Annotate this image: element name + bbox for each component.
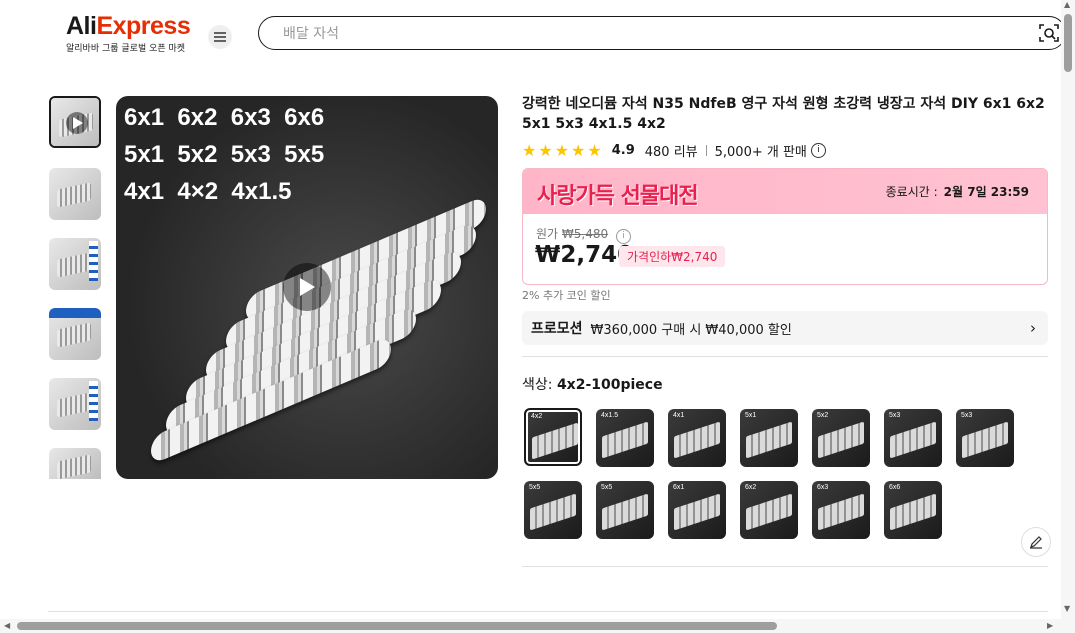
edit-button[interactable] [1021, 527, 1051, 557]
original-label: 원가 [536, 227, 559, 241]
aliexpress-logo[interactable]: AliExpress [66, 12, 191, 41]
variant-label: 색상: 4x2-100piece [522, 374, 663, 394]
promotion-event-name: 사랑가득 선물대전 [537, 184, 699, 209]
separator [705, 145, 707, 156]
thumbnail-image[interactable] [49, 448, 101, 479]
logo-tagline: 알리바바 그룹 글로벌 오픈 마켓 [66, 44, 186, 54]
variant-swatch[interactable]: 4x1.5 [596, 409, 654, 467]
size-text-row: 6x1 6x2 6x3 6x6 [124, 104, 325, 131]
variant-swatch-label: 4x2 [531, 413, 543, 420]
hamburger-icon [214, 32, 226, 42]
scroll-down-icon[interactable]: ▼ [1064, 604, 1070, 613]
search-bar[interactable] [258, 16, 1066, 50]
search-input[interactable] [281, 23, 985, 45]
discount-badge: 가격인하₩2,740 [619, 246, 726, 267]
variant-swatch[interactable]: 6x2 [740, 481, 798, 539]
divider [522, 566, 1048, 567]
variant-swatch[interactable]: 5x5 [524, 481, 582, 539]
info-icon[interactable]: i [810, 143, 826, 158]
main-product-image[interactable]: 6x1 6x2 6x3 6x6 5x1 5x2 5x3 5x5 4x1 4×2 … [116, 96, 498, 479]
variant-swatch-label: 5x3 [889, 412, 901, 419]
thumbnail-image[interactable] [49, 378, 101, 430]
sold-count: 5,000+ 개 판매 [714, 145, 807, 160]
promotion-banner: 사랑가득 선물대전 종료시간 : 2월 7일 23:59 [523, 169, 1047, 214]
variant-swatch-label: 5x2 [817, 412, 829, 419]
promotion-box: 사랑가득 선물대전 종료시간 :2월 7일 23:59 원가 ₩5,480 i … [522, 168, 1048, 285]
ends-label: 종료시간 : [885, 185, 938, 199]
variant-swatch[interactable]: 5x3 [884, 409, 942, 467]
divider [522, 356, 1048, 357]
variant-swatch-label: 4x1 [673, 412, 685, 419]
ends-value: 2월 7일 23:59 [943, 185, 1029, 199]
variant-swatch-label: 5x5 [529, 484, 541, 491]
promotion-bar[interactable]: 프로모션 ₩360,000 구매 시 ₩40,000 할인 › [522, 311, 1048, 345]
variant-swatch[interactable]: 4x2 [524, 408, 582, 466]
variant-swatch[interactable]: 6x6 [884, 481, 942, 539]
variant-swatch[interactable]: 5x5 [596, 481, 654, 539]
rating-row: ★★★★★ 4.9 480 리뷰 5,000+ 개 판매 i [522, 141, 826, 160]
variant-swatch[interactable]: 5x2 [812, 409, 870, 467]
scroll-up-icon[interactable]: ▲ [1064, 0, 1070, 9]
promotion-label: 프로모션 [531, 321, 583, 337]
divider [48, 611, 1048, 612]
variant-swatch-label: 5x5 [601, 484, 613, 491]
logo-suffix: Express [96, 12, 191, 40]
variant-swatch-label: 4x1.5 [601, 412, 619, 419]
variant-swatch-label: 6x6 [889, 484, 901, 491]
coin-discount-note: 2% 추가 코인 할인 [522, 289, 611, 302]
rating-value: 4.9 [611, 143, 635, 158]
pencil-icon [1030, 536, 1042, 549]
play-video-button[interactable] [283, 263, 331, 311]
play-icon [300, 278, 315, 296]
variant-swatches: 4x2 4x1.5 4x1 5x1 5x2 5x3 5x3 5x5 5x5 6x… [522, 406, 1022, 541]
image-search-icon[interactable] [1039, 23, 1059, 43]
horizontal-scrollbar[interactable]: ◀ ▶ [0, 619, 1061, 633]
reviews-link[interactable]: 480 리뷰 [645, 141, 698, 160]
menu-button[interactable] [208, 25, 232, 49]
scroll-right-icon[interactable]: ▶ [1047, 621, 1053, 630]
promotion-text: ₩360,000 구매 시 ₩40,000 할인 [590, 322, 792, 338]
scroll-left-icon[interactable]: ◀ [4, 621, 10, 630]
variant-swatch-label: 6x3 [817, 484, 829, 491]
thumbnail-image[interactable] [49, 238, 101, 290]
rating-stars: ★★★★★ [522, 141, 604, 160]
play-icon [73, 117, 83, 129]
size-text-row: 4x1 4×2 4x1.5 [124, 178, 292, 205]
original-price-value: ₩5,480 [561, 227, 609, 241]
variant-swatch[interactable]: 6x1 [668, 481, 726, 539]
variant-swatch[interactable]: 5x3 [956, 409, 1014, 467]
vertical-scroll-thumb[interactable] [1064, 14, 1072, 72]
variant-swatch[interactable]: 5x1 [740, 409, 798, 467]
thumbnail-video[interactable] [49, 96, 101, 148]
logo-prefix: Ali [66, 12, 97, 40]
selected-variant: 4x2-100piece [556, 377, 663, 393]
vertical-scrollbar[interactable]: ▲ ▼ [1061, 0, 1075, 633]
variant-swatch-label: 6x2 [745, 484, 757, 491]
variant-swatch-label: 5x3 [961, 412, 973, 419]
thumbnail-image[interactable] [49, 308, 101, 360]
variant-label-text: 색상: [522, 377, 553, 393]
horizontal-scroll-thumb[interactable] [17, 622, 777, 630]
thumbnail-image[interactable] [49, 168, 101, 220]
variant-swatch[interactable]: 4x1 [668, 409, 726, 467]
size-text-row: 5x1 5x2 5x3 5x5 [124, 141, 325, 168]
variant-swatch-label: 5x1 [745, 412, 757, 419]
magnet-rods [146, 195, 486, 465]
promotion-end-time: 종료시간 : 2월 7일 23:59 [886, 183, 1029, 200]
variant-swatch-label: 6x1 [673, 484, 685, 491]
chevron-right-icon: › [1030, 319, 1036, 337]
product-title: 강력한 네오디뮴 자석 N35 NdfeB 영구 자석 원형 초강력 냉장고 자… [522, 96, 1045, 132]
variant-swatch[interactable]: 6x3 [812, 481, 870, 539]
